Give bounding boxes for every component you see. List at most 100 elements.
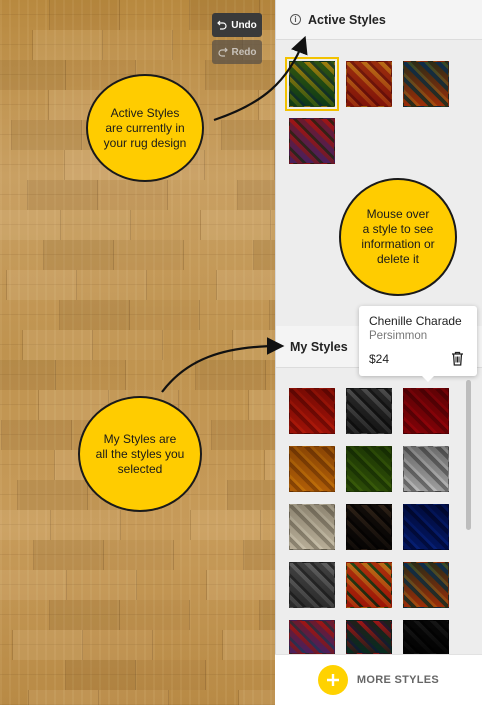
undo-label: Undo — [231, 19, 257, 31]
floor-plank — [93, 330, 163, 360]
floor-plank — [191, 510, 261, 540]
floor-plank — [190, 600, 260, 630]
floor-plank — [120, 0, 190, 30]
floor-plank — [0, 390, 39, 420]
floor-plank — [206, 60, 275, 90]
floor-plank — [223, 630, 275, 660]
floor-plank — [196, 360, 266, 390]
floor-plank — [0, 60, 66, 90]
floor-plank — [0, 330, 23, 360]
floor-plank — [0, 480, 18, 510]
my-style-swatch[interactable] — [403, 562, 449, 608]
floor-plank — [249, 390, 275, 420]
redo-label: Redo — [231, 46, 257, 58]
trash-icon[interactable] — [451, 351, 464, 366]
my-style-swatch[interactable] — [289, 504, 335, 550]
floor-plank — [261, 510, 275, 540]
my-style-swatch[interactable] — [289, 388, 335, 434]
style-info-tooltip: Chenille Charade Persimmon $24 — [359, 306, 477, 382]
floor-plank — [98, 180, 168, 210]
active-style-swatch[interactable] — [403, 61, 449, 107]
floor-plank — [44, 240, 114, 270]
floor-plank — [0, 240, 44, 270]
floor-plank — [0, 570, 67, 600]
floor-plank — [61, 210, 131, 240]
floor-plank — [206, 660, 275, 690]
active-styles-title: Active Styles — [308, 12, 386, 27]
floor-plank — [260, 0, 275, 30]
my-style-swatch[interactable] — [289, 620, 335, 654]
info-icon[interactable]: i — [290, 14, 301, 25]
floor-plank — [0, 0, 50, 30]
floor-plank — [207, 570, 275, 600]
my-style-swatch[interactable] — [403, 388, 449, 434]
floor-plank — [67, 570, 137, 600]
my-style-swatch[interactable] — [289, 562, 335, 608]
active-style-swatch[interactable] — [289, 118, 335, 164]
floor-plank — [259, 90, 275, 120]
more-styles-label: MORE STYLES — [356, 674, 440, 686]
redo-button[interactable]: Redo — [212, 40, 262, 64]
floor-plank — [18, 480, 88, 510]
my-style-swatch[interactable] — [346, 388, 392, 434]
floor-plank — [239, 690, 275, 705]
floor-plank — [104, 540, 174, 570]
annotation-mouse-over: Mouse over a style to see information or… — [339, 178, 457, 296]
plus-icon — [317, 665, 348, 695]
my-styles-scrollbar[interactable] — [466, 380, 471, 530]
my-style-swatch[interactable] — [403, 620, 449, 654]
floor-plank — [0, 300, 60, 330]
floor-plank — [153, 630, 223, 660]
my-style-swatch[interactable] — [403, 446, 449, 492]
active-style-swatch[interactable] — [346, 61, 392, 107]
active-style-swatch[interactable] — [285, 57, 339, 111]
floor-plank — [184, 240, 254, 270]
floor-plank — [244, 540, 275, 570]
floor-plank — [212, 420, 275, 450]
floor-plank — [0, 150, 65, 180]
floor-plank — [265, 450, 275, 480]
floor-plank — [163, 330, 233, 360]
floor-plank — [0, 450, 55, 480]
floor-plank — [260, 600, 275, 630]
floor-plank — [2, 420, 72, 450]
my-style-swatch[interactable] — [403, 504, 449, 550]
floor-plank — [0, 30, 33, 60]
floor-plank — [77, 270, 147, 300]
floor-plank — [51, 510, 121, 540]
floor-plank — [0, 660, 66, 690]
floor-plank — [34, 540, 104, 570]
my-style-swatch[interactable] — [346, 504, 392, 550]
floor-plank — [217, 270, 275, 300]
floor-plank — [169, 690, 239, 705]
floor-plank — [205, 150, 275, 180]
my-style-swatch[interactable] — [346, 620, 392, 654]
floor-plank — [50, 0, 120, 30]
floor-plank — [29, 690, 99, 705]
floor-plank — [233, 330, 275, 360]
floor-plank — [200, 300, 270, 330]
undo-button[interactable]: Undo — [212, 13, 262, 37]
my-style-swatch[interactable] — [346, 562, 392, 608]
floor-plank — [228, 480, 275, 510]
active-styles-header: i Active Styles — [276, 0, 482, 40]
tooltip-style-name: Chenille Charade — [369, 314, 462, 328]
floor-plank — [0, 90, 49, 120]
more-styles-button[interactable]: MORE STYLES — [275, 654, 482, 705]
floor-plank — [0, 600, 50, 630]
my-style-swatch[interactable] — [289, 446, 335, 492]
floor-plank — [66, 660, 136, 690]
annotation-active-styles: Active Styles are currently in your rug … — [86, 74, 204, 182]
floor-plank — [0, 120, 12, 150]
my-style-swatch[interactable] — [346, 446, 392, 492]
tooltip-price: $24 — [369, 352, 390, 366]
undo-icon — [217, 20, 227, 30]
floor-plank — [121, 510, 191, 540]
floor-plank — [131, 210, 201, 240]
floor-plank — [28, 180, 98, 210]
floor-plank — [99, 690, 169, 705]
floor-plank — [7, 270, 77, 300]
floor-plank — [0, 540, 34, 570]
floor-plank — [0, 270, 7, 300]
floor-plank — [103, 30, 173, 60]
